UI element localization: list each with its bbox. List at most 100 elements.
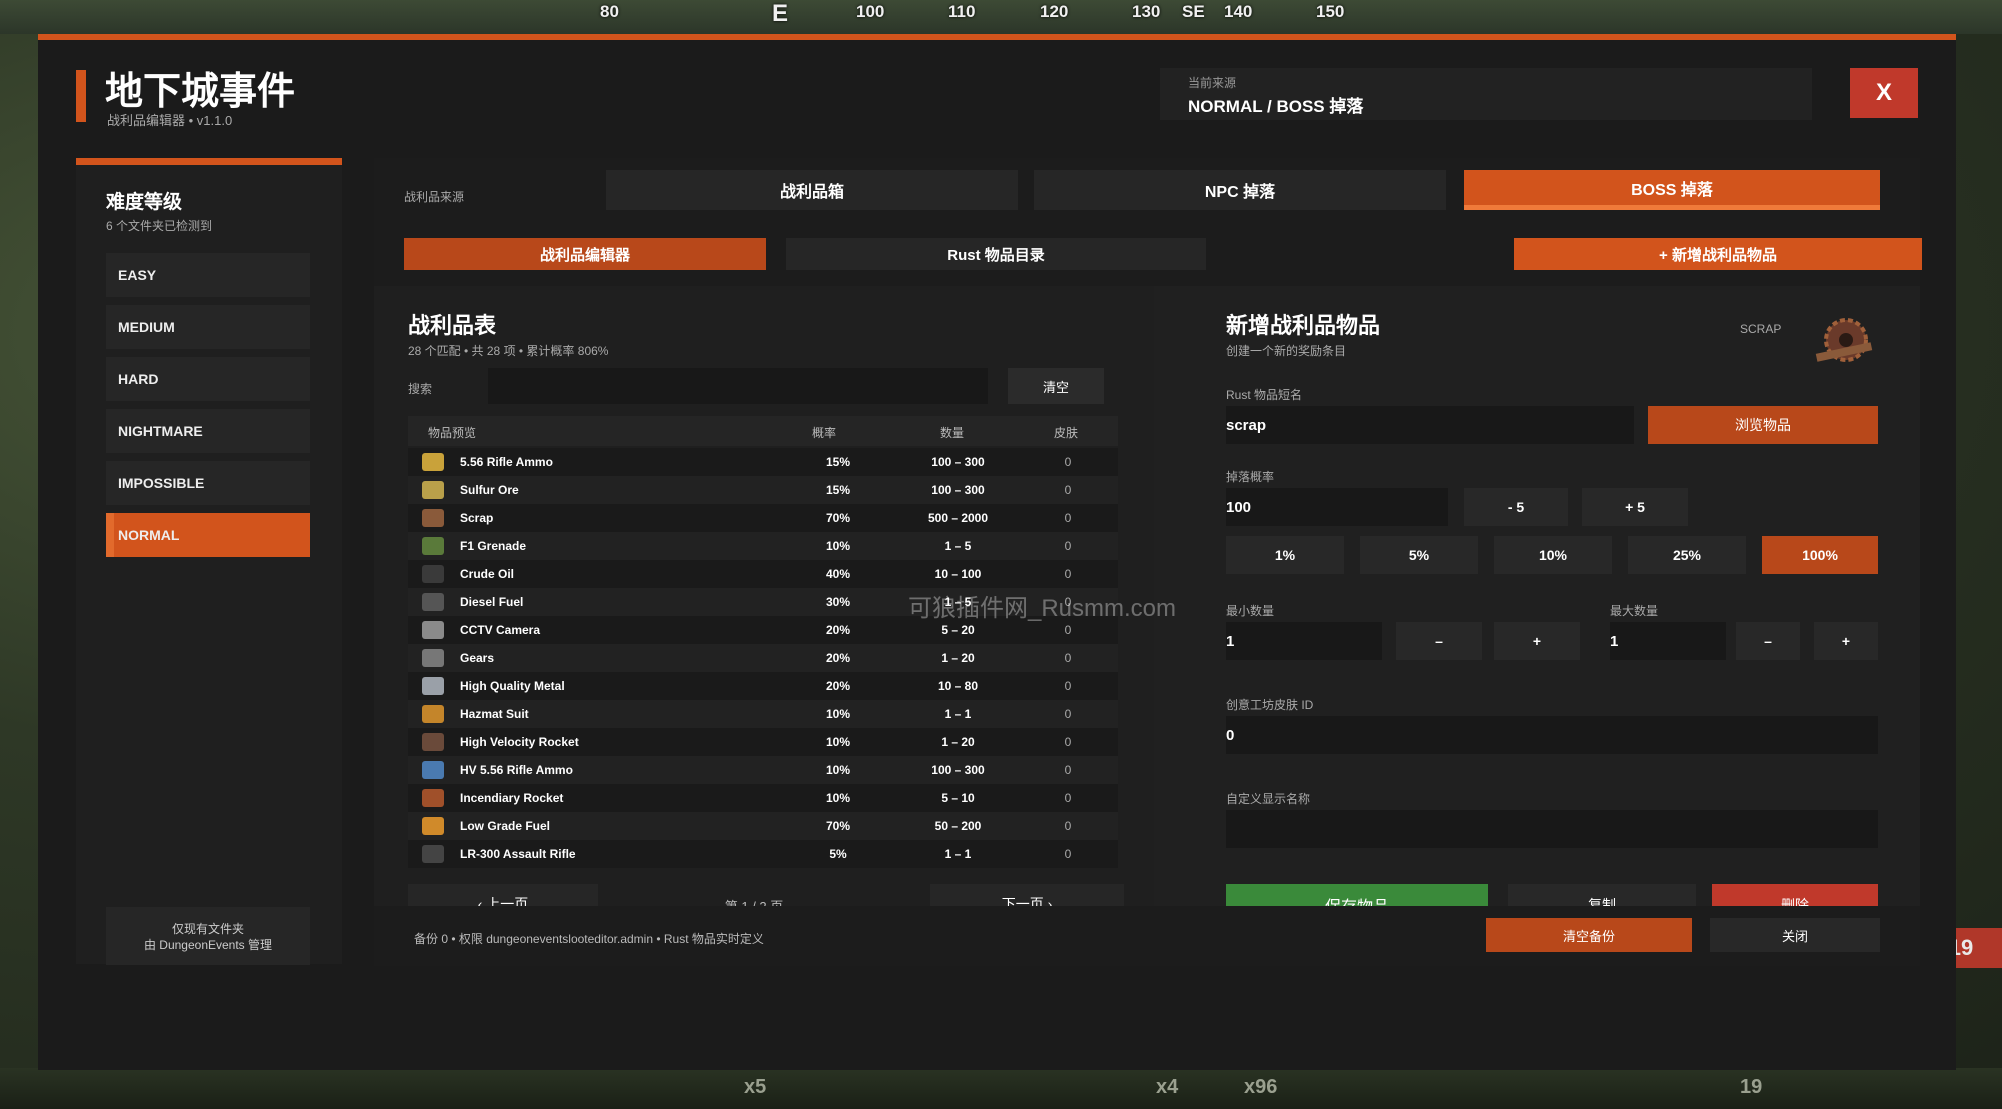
hotbar-count: x96: [1244, 1076, 1278, 1098]
item-preview-icon: [422, 565, 444, 583]
difficulty-medium[interactable]: MEDIUM: [106, 305, 310, 349]
display-name-input[interactable]: [1226, 810, 1878, 848]
table-row[interactable]: F1 Grenade 10% 1 – 5 0: [408, 532, 1118, 560]
browse-items-button[interactable]: 浏览物品: [1648, 406, 1878, 444]
table-row[interactable]: Scrap 70% 500 – 2000 0: [408, 504, 1118, 532]
difficulty-easy[interactable]: EASY: [106, 253, 310, 297]
table-row[interactable]: High Velocity Rocket 10% 1 – 20 0: [408, 728, 1118, 756]
table-row[interactable]: High Quality Metal 20% 10 – 80 0: [408, 672, 1118, 700]
search-input[interactable]: [488, 368, 988, 404]
sidebar-subtitle: 6 个文件夹已检测到: [106, 219, 213, 233]
preset-100-button[interactable]: 100%: [1762, 536, 1878, 574]
difficulty-impossible[interactable]: IMPOSSIBLE: [106, 461, 310, 505]
hotbar-count: 19: [1740, 1076, 1763, 1098]
tab-loot-editor[interactable]: 战利品编辑器: [404, 238, 766, 270]
item-name: 5.56 Rifle Ammo: [460, 455, 553, 469]
compass-tick: 100: [856, 2, 885, 21]
sidebar-title: 难度等级: [106, 192, 183, 213]
chance-minus5-button[interactable]: - 5: [1464, 488, 1568, 526]
current-source-box: 当前来源 NORMAL / BOSS 掉落: [1160, 68, 1812, 120]
column-header: 概率: [812, 426, 837, 440]
max-qty-minus-button[interactable]: –: [1736, 622, 1800, 660]
difficulty-normal[interactable]: NORMAL: [106, 513, 310, 557]
item-preview-icon: [422, 733, 444, 751]
item-quantity: 500 – 2000: [927, 511, 989, 525]
window-subtitle: 战利品编辑器 • v1.1.0: [107, 113, 233, 128]
min-qty-minus-button[interactable]: –: [1396, 622, 1482, 660]
item-skin: 0: [1064, 679, 1072, 693]
item-chance: 20%: [825, 623, 851, 637]
item-name: Diesel Fuel: [460, 595, 524, 609]
table-row[interactable]: Gears 20% 1 – 20 0: [408, 644, 1118, 672]
table-row[interactable]: LR-300 Assault Rifle 5% 1 – 1 0: [408, 840, 1118, 868]
table-row[interactable]: Low Grade Fuel 70% 50 – 200 0: [408, 812, 1118, 840]
watermark-text: 可狼插件网_Rusmm.com: [908, 595, 1177, 622]
add-loot-item-button[interactable]: + 新增战利品物品: [1514, 238, 1922, 270]
difficulty-nightmare[interactable]: NIGHTMARE: [106, 409, 310, 453]
tab-boss-drop[interactable]: BOSS 掉落: [1464, 170, 1880, 210]
footer-bar: 备份 0 • 权限 dungeoneventslooteditor.admin …: [374, 906, 1920, 966]
item-chance: 15%: [825, 455, 851, 469]
preset-5-button[interactable]: 5%: [1360, 536, 1478, 574]
preset-10-button[interactable]: 10%: [1494, 536, 1612, 574]
close-button[interactable]: X: [1850, 68, 1918, 118]
preset-25-button[interactable]: 25%: [1628, 536, 1746, 574]
min-qty-plus-button[interactable]: +: [1494, 622, 1580, 660]
shortname-label: Rust 物品短名: [1226, 388, 1303, 402]
sidebar-footer-note: 仅现有文件夹 由 DungeonEvents 管理: [106, 907, 310, 965]
item-editor-panel: 新增战利品物品 创建一个新的奖励条目 SCRAP Rust 物品短名 scrap…: [1226, 286, 1886, 926]
tab-loot-crate[interactable]: 战利品箱: [606, 170, 1018, 210]
difficulty-hard[interactable]: HARD: [106, 357, 310, 401]
item-name: Low Grade Fuel: [460, 819, 551, 833]
difficulty-sidebar: 难度等级 6 个文件夹已检测到 EASY MEDIUM HARD NIGHTMA…: [76, 158, 342, 965]
shortname-input[interactable]: scrap: [1226, 406, 1634, 444]
item-name: Incendiary Rocket: [460, 791, 564, 805]
table-row[interactable]: 5.56 Rifle Ammo 15% 100 – 300 0: [408, 448, 1118, 476]
skin-id-input[interactable]: 0: [1226, 716, 1878, 754]
clear-search-button[interactable]: 清空: [1008, 368, 1104, 404]
clear-backup-button[interactable]: 清空备份: [1486, 918, 1692, 952]
item-skin: 0: [1064, 483, 1072, 497]
hotbar-count: x5: [744, 1076, 767, 1098]
item-skin: 0: [1064, 819, 1072, 833]
column-header: 皮肤: [1054, 426, 1079, 440]
max-qty-input[interactable]: 1: [1610, 622, 1726, 660]
item-preview-icon: [422, 593, 444, 611]
item-preview-icon: [422, 705, 444, 723]
column-header: 物品预览: [428, 426, 477, 440]
preview-item-label: SCRAP: [1740, 322, 1782, 336]
table-row[interactable]: Sulfur Ore 15% 100 – 300 0: [408, 476, 1118, 504]
close-footer-button[interactable]: 关闭: [1710, 918, 1880, 952]
item-quantity: 100 – 300: [931, 455, 985, 469]
item-chance: 20%: [825, 679, 851, 693]
item-chance: 5%: [829, 847, 847, 861]
item-quantity: 1 – 20: [941, 651, 975, 665]
item-name: Scrap: [460, 511, 494, 525]
preset-1-button[interactable]: 1%: [1226, 536, 1344, 574]
main-content: 战利品来源 战利品箱 NPC 掉落 BOSS 掉落 战利品编辑器 Rust 物品…: [374, 158, 1922, 966]
table-header: 物品预览 概率 数量 皮肤: [408, 416, 1118, 446]
item-quantity: 10 – 80: [937, 679, 979, 693]
table-row[interactable]: HV 5.56 Rifle Ammo 10% 100 – 300 0: [408, 756, 1118, 784]
item-skin: 0: [1064, 735, 1072, 749]
compass-tick: 150: [1316, 2, 1345, 21]
table-row[interactable]: Incendiary Rocket 10% 5 – 10 0: [408, 784, 1118, 812]
min-qty-label: 最小数量: [1226, 604, 1275, 618]
loot-table-title: 战利品表: [408, 313, 497, 338]
tab-npc-drop[interactable]: NPC 掉落: [1034, 170, 1446, 210]
item-preview-icon: [422, 453, 444, 471]
editor-title: 新增战利品物品: [1226, 313, 1381, 338]
current-source-value: NORMAL / BOSS 掉落: [1188, 97, 1364, 116]
column-header: 数量: [940, 426, 965, 440]
item-skin: 0: [1064, 623, 1072, 637]
min-qty-input[interactable]: 1: [1226, 622, 1382, 660]
table-row[interactable]: Crude Oil 40% 10 – 100 0: [408, 560, 1118, 588]
chance-plus5-button[interactable]: + 5: [1582, 488, 1688, 526]
tab-item-catalog[interactable]: Rust 物品目录: [786, 238, 1206, 270]
chance-label: 掉落概率: [1226, 470, 1275, 484]
item-name: Crude Oil: [460, 567, 515, 581]
chance-input[interactable]: 100: [1226, 488, 1448, 526]
max-qty-plus-button[interactable]: +: [1814, 622, 1878, 660]
title-bar: 地下城事件 战利品编辑器 • v1.1.0 当前来源 NORMAL / BOSS…: [38, 40, 1956, 150]
table-row[interactable]: Hazmat Suit 10% 1 – 1 0: [408, 700, 1118, 728]
